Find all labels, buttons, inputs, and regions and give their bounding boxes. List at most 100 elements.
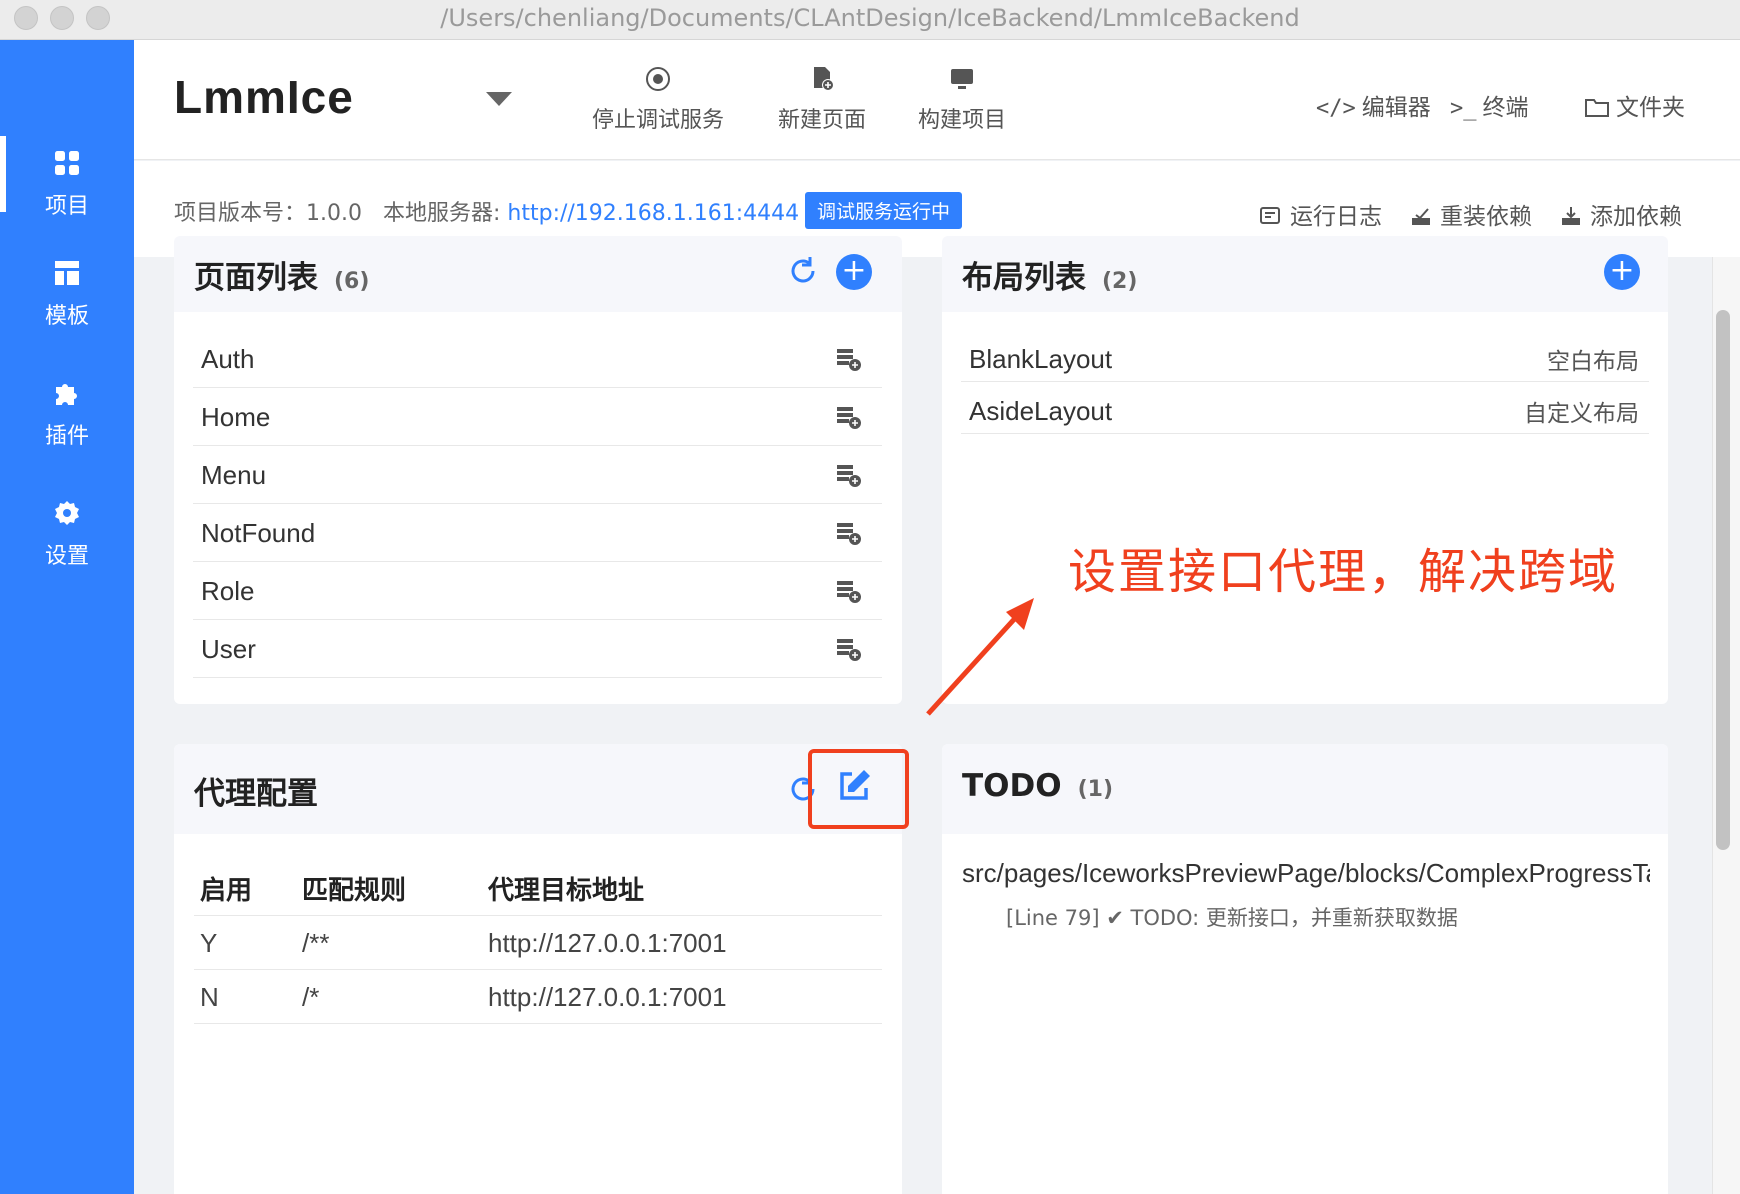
- page-name: Menu: [201, 460, 267, 490]
- add-block-icon[interactable]: [836, 464, 862, 488]
- layout-desc: 空白布局: [1547, 349, 1639, 375]
- sidebar-item-project[interactable]: 项目: [0, 136, 134, 236]
- proxy-col-rule: 匹配规则: [302, 876, 407, 906]
- layouts-title-text: 布局列表: [962, 260, 1086, 296]
- proxy-rule: /*: [302, 982, 320, 1012]
- run-log-link[interactable]: 运行日志: [1260, 197, 1382, 231]
- add-page-button[interactable]: +: [836, 254, 872, 290]
- scrollbar-thumb[interactable]: [1716, 310, 1730, 850]
- terminal-icon: >_: [1450, 96, 1477, 121]
- layouts-card-title: 布局列表 (2): [962, 252, 1137, 297]
- sidebar-item-label: 模板: [44, 304, 89, 329]
- layout-name: BlankLayout: [969, 344, 1113, 374]
- code-icon: </>: [1316, 96, 1356, 121]
- pages-card-title: 页面列表 (6): [194, 252, 369, 297]
- list-item[interactable]: BlankLayout 空白布局: [961, 330, 1649, 382]
- todo-card: TODO (1): [942, 744, 1668, 1194]
- proxy-enabled: N: [200, 982, 219, 1012]
- puzzle-icon: [56, 384, 77, 405]
- new-page-label: 新建页面: [777, 108, 866, 133]
- reinstall-deps-link[interactable]: 重装依赖: [1410, 197, 1532, 231]
- proxy-card-title: 代理配置: [194, 776, 318, 812]
- layouts-card: 布局列表 (2) + BlankLayout 空白布局 AsideLayout 自…: [942, 236, 1668, 704]
- new-page-button[interactable]: 新建页面: [752, 64, 892, 134]
- add-block-icon[interactable]: [836, 348, 862, 372]
- page-name: User: [201, 634, 256, 664]
- sidebar-item-settings[interactable]: 设置: [0, 498, 134, 598]
- add-block-icon[interactable]: [836, 406, 862, 430]
- editor-link[interactable]: </> 编辑器: [1316, 88, 1431, 122]
- todo-line-item[interactable]: [Line 79] ✔ TODO: 更新接口，并重新获取数据: [1006, 902, 1458, 932]
- table-row[interactable]: Y /** http://127.0.0.1:7001: [194, 916, 882, 970]
- stop-debug-button[interactable]: 停止调试服务: [574, 64, 742, 134]
- sidebar: 项目 模板 插件 设置: [0, 40, 134, 1194]
- pages-title-text: 页面列表: [194, 260, 318, 296]
- version-value: 1.0.0: [306, 201, 362, 226]
- proxy-col-enabled: 启用: [200, 876, 253, 906]
- table-row[interactable]: N /* http://127.0.0.1:7001: [194, 970, 882, 1024]
- page-name: Role: [201, 576, 255, 606]
- page-name: Auth: [201, 344, 255, 374]
- grid-icon: [55, 151, 79, 175]
- build-project-label: 构建项目: [917, 108, 1006, 133]
- terminal-link[interactable]: >_ 终端: [1450, 88, 1529, 122]
- gear-icon: [55, 501, 79, 525]
- layout-desc: 自定义布局: [1524, 401, 1639, 427]
- server-label: 本地服务器:: [382, 201, 501, 226]
- todo-file-path[interactable]: src/pages/IceworksPreviewPage/blocks/Com…: [962, 858, 1650, 889]
- proxy-col-target: 代理目标地址: [488, 876, 645, 906]
- list-item[interactable]: Home: [193, 388, 882, 446]
- todo-card-header: TODO (1): [942, 744, 1668, 834]
- terminal-label: 终端: [1482, 95, 1529, 121]
- list-item[interactable]: User: [193, 620, 882, 678]
- proxy-target: http://127.0.0.1:7001: [488, 982, 727, 1012]
- add-deps-label: 添加依赖: [1590, 204, 1682, 230]
- list-item[interactable]: Menu: [193, 446, 882, 504]
- stop-circle-icon: [646, 67, 670, 91]
- proxy-enabled: Y: [200, 928, 218, 958]
- proxy-rule: /**: [302, 928, 330, 958]
- add-block-icon[interactable]: [836, 638, 862, 662]
- build-project-button[interactable]: 构建项目: [892, 64, 1032, 134]
- download-icon: [1562, 207, 1580, 225]
- reinstall-icon: [1412, 208, 1430, 225]
- list-item[interactable]: Auth: [193, 330, 882, 388]
- new-page-icon: [814, 67, 834, 91]
- list-item[interactable]: Role: [193, 562, 882, 620]
- add-deps-link[interactable]: 添加依赖: [1560, 197, 1682, 231]
- list-item[interactable]: AsideLayout 自定义布局: [961, 382, 1649, 434]
- sidebar-item-label: 设置: [44, 544, 89, 569]
- sidebar-item-template[interactable]: 模板: [0, 258, 134, 358]
- project-switch-dropdown[interactable]: [486, 92, 512, 106]
- server-url-link[interactable]: http://192.168.1.161:4444: [507, 201, 799, 226]
- sidebar-item-plugin[interactable]: 插件: [0, 378, 134, 478]
- sidebar-item-label: 项目: [44, 194, 89, 219]
- log-icon: [1260, 207, 1280, 224]
- run-log-label: 运行日志: [1290, 204, 1382, 230]
- refresh-icon[interactable]: [786, 254, 820, 288]
- add-layout-button[interactable]: +: [1604, 254, 1640, 290]
- stop-debug-label: 停止调试服务: [591, 108, 724, 133]
- proxy-card-header: 代理配置: [174, 744, 902, 834]
- project-info: 项目版本号：1.0.0 本地服务器: http://192.168.1.161:…: [174, 195, 799, 227]
- annotation-text: 设置接口代理，解决跨域: [1068, 544, 1619, 600]
- todo-title-text: TODO: [962, 768, 1062, 804]
- editor-label: 编辑器: [1361, 95, 1431, 121]
- todo-card-title: TODO (1): [962, 768, 1113, 804]
- page-name: Home: [201, 402, 271, 432]
- todo-count: (1): [1077, 777, 1114, 802]
- title-bar: /Users/chenliang/Documents/CLAntDesign/I…: [0, 0, 1740, 40]
- pages-count: (6): [334, 269, 370, 294]
- folder-link[interactable]: 文件夹: [1584, 88, 1685, 122]
- add-block-icon[interactable]: [836, 580, 862, 604]
- layouts-count: (2): [1102, 269, 1138, 294]
- layouts-card-header: 布局列表 (2) +: [942, 236, 1668, 312]
- sidebar-item-label: 插件: [44, 424, 89, 449]
- annotation-arrow-icon: [926, 598, 1034, 716]
- add-block-icon[interactable]: [836, 522, 862, 546]
- list-item[interactable]: NotFound: [193, 504, 882, 562]
- status-badge: 调试服务运行中: [805, 192, 963, 229]
- folder-icon: [1585, 99, 1609, 117]
- folder-label: 文件夹: [1616, 95, 1685, 121]
- annotation-highlight-box: [808, 749, 909, 829]
